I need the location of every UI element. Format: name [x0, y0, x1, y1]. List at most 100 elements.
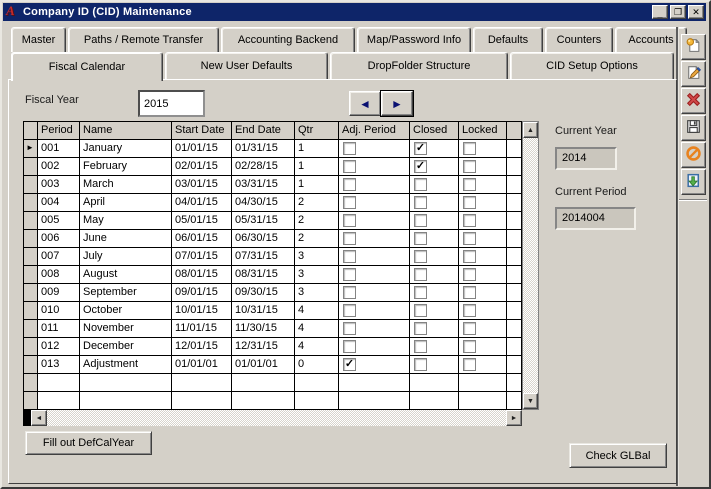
table-row[interactable]: 007July07/01/1507/31/153	[24, 248, 522, 266]
row-selector-cell[interactable]	[24, 374, 38, 392]
cell-name[interactable]: November	[80, 320, 172, 338]
horizontal-scrollbar[interactable]: ◄ ►	[23, 410, 522, 426]
row-selector-cell[interactable]	[24, 284, 38, 302]
cell-name[interactable]: December	[80, 338, 172, 356]
cell-qtr[interactable]: 1	[295, 140, 339, 158]
table-row-empty[interactable]	[24, 392, 522, 410]
cell-period[interactable]: 004	[38, 194, 80, 212]
column-header-name[interactable]: Name	[80, 122, 172, 140]
cell-start-date[interactable]: 01/01/15	[172, 140, 232, 158]
locked-checkbox[interactable]	[463, 340, 476, 353]
cell-period[interactable]: 002	[38, 158, 80, 176]
adj-period-checkbox[interactable]	[343, 250, 356, 263]
table-row[interactable]: 008August08/01/1508/31/153	[24, 266, 522, 284]
cell-name[interactable]: March	[80, 176, 172, 194]
locked-checkbox[interactable]	[463, 196, 476, 209]
row-selector-cell[interactable]	[24, 176, 38, 194]
scroll-up-button[interactable]: ▲	[523, 122, 538, 138]
adj-period-checkbox[interactable]	[343, 214, 356, 227]
scroll-left-button[interactable]: ◄	[31, 410, 47, 426]
table-row[interactable]: 013Adjustment01/01/0101/01/010✓	[24, 356, 522, 374]
cell-period[interactable]: 008	[38, 266, 80, 284]
column-header-closed[interactable]: Closed	[410, 122, 459, 140]
cell-qtr[interactable]: 4	[295, 302, 339, 320]
column-header-qtr[interactable]: Qtr	[295, 122, 339, 140]
cell-start-date[interactable]: 09/01/15	[172, 284, 232, 302]
tab-paths-remote-transfer[interactable]: Paths / Remote Transfer	[68, 27, 219, 52]
tab-map-password-info[interactable]: Map/Password Info	[357, 27, 471, 52]
row-selector-cell[interactable]	[24, 320, 38, 338]
table-row[interactable]: ►001January01/01/1501/31/151✓	[24, 140, 522, 158]
adj-period-checkbox[interactable]	[343, 340, 356, 353]
cell-period[interactable]: 010	[38, 302, 80, 320]
cell-empty[interactable]	[295, 392, 339, 410]
cell-qtr[interactable]: 1	[295, 158, 339, 176]
closed-checkbox[interactable]	[414, 322, 427, 335]
cell-end-date[interactable]: 10/31/15	[232, 302, 295, 320]
locked-checkbox[interactable]	[463, 358, 476, 371]
table-row[interactable]: 009September09/01/1509/30/153	[24, 284, 522, 302]
cell-start-date[interactable]: 01/01/01	[172, 356, 232, 374]
cell-empty[interactable]	[339, 374, 410, 392]
cell-qtr[interactable]: 2	[295, 194, 339, 212]
previous-year-button[interactable]: ◄	[349, 91, 381, 116]
cell-name[interactable]: August	[80, 266, 172, 284]
cell-name[interactable]: April	[80, 194, 172, 212]
check-glbal-button[interactable]: Check GLBal	[569, 443, 667, 468]
cell-empty[interactable]	[172, 374, 232, 392]
cell-qtr[interactable]: 4	[295, 320, 339, 338]
cell-name[interactable]: September	[80, 284, 172, 302]
cell-period[interactable]: 003	[38, 176, 80, 194]
cell-end-date[interactable]: 01/31/15	[232, 140, 295, 158]
row-selector-cell[interactable]	[24, 212, 38, 230]
tab-dropfolder-structure[interactable]: DropFolder Structure	[330, 52, 508, 79]
row-selector-cell[interactable]	[24, 266, 38, 284]
closed-checkbox[interactable]	[414, 268, 427, 281]
closed-checkbox[interactable]	[414, 250, 427, 263]
cell-period[interactable]: 006	[38, 230, 80, 248]
locked-checkbox[interactable]	[463, 250, 476, 263]
next-year-button[interactable]: ►	[381, 91, 413, 116]
table-row[interactable]: 003March03/01/1503/31/151	[24, 176, 522, 194]
cell-start-date[interactable]: 02/01/15	[172, 158, 232, 176]
closed-checkbox[interactable]	[414, 286, 427, 299]
cancel-button[interactable]	[681, 142, 706, 168]
closed-checkbox[interactable]: ✓	[414, 142, 427, 155]
maximize-button[interactable]: ❐	[670, 5, 686, 19]
row-selector-cell[interactable]	[24, 392, 38, 410]
table-row[interactable]: 012December12/01/1512/31/154	[24, 338, 522, 356]
table-row[interactable]: 006June06/01/1506/30/152	[24, 230, 522, 248]
column-header-locked[interactable]: Locked	[459, 122, 507, 140]
cell-empty[interactable]	[38, 374, 80, 392]
minimize-button[interactable]: _	[652, 5, 668, 19]
save-record-button[interactable]	[681, 115, 706, 141]
cell-empty[interactable]	[80, 392, 172, 410]
scroll-down-button[interactable]: ▼	[523, 393, 538, 409]
closed-checkbox[interactable]	[414, 178, 427, 191]
locked-checkbox[interactable]	[463, 268, 476, 281]
tab-accounting-backend[interactable]: Accounting Backend	[221, 27, 355, 52]
vertical-scrollbar[interactable]: ▲ ▼	[522, 121, 539, 410]
row-selector-cell[interactable]	[24, 338, 38, 356]
cell-period[interactable]: 009	[38, 284, 80, 302]
row-selector-cell[interactable]	[24, 248, 38, 266]
cell-end-date[interactable]: 06/30/15	[232, 230, 295, 248]
locked-checkbox[interactable]	[463, 178, 476, 191]
cell-empty[interactable]	[232, 392, 295, 410]
adj-period-checkbox[interactable]	[343, 322, 356, 335]
closed-checkbox[interactable]: ✓	[414, 160, 427, 173]
cell-period[interactable]: 007	[38, 248, 80, 266]
adj-period-checkbox[interactable]	[343, 232, 356, 245]
cell-qtr[interactable]: 2	[295, 212, 339, 230]
cell-empty[interactable]	[339, 392, 410, 410]
cell-start-date[interactable]: 03/01/15	[172, 176, 232, 194]
horizontal-scroll-track[interactable]	[47, 410, 506, 426]
delete-record-button[interactable]	[681, 88, 706, 114]
closed-checkbox[interactable]	[414, 214, 427, 227]
closed-checkbox[interactable]	[414, 232, 427, 245]
cell-empty[interactable]	[459, 374, 507, 392]
edit-record-button[interactable]	[681, 61, 706, 87]
cell-empty[interactable]	[38, 392, 80, 410]
table-row[interactable]: 004April04/01/1504/30/152	[24, 194, 522, 212]
column-header-start-date[interactable]: Start Date	[172, 122, 232, 140]
